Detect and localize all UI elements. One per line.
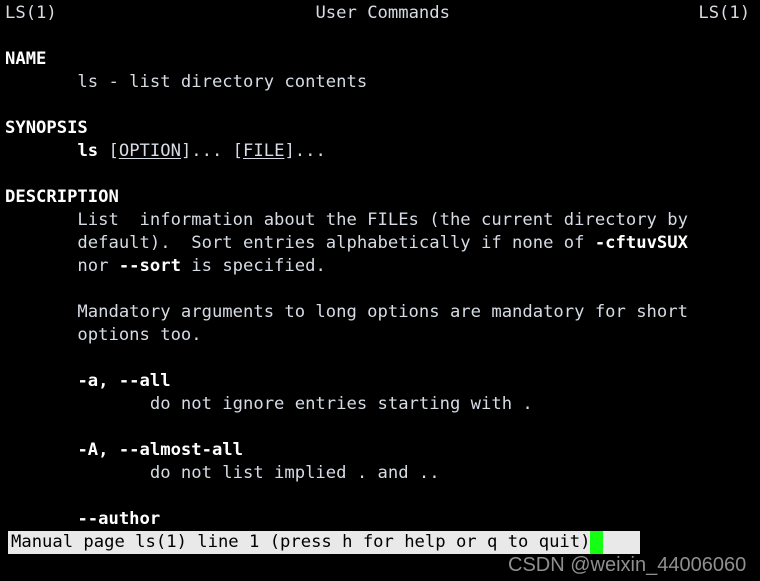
text-run: ls <box>77 141 99 161</box>
csdn-watermark: CSDN @weixin_44006060 <box>508 554 747 576</box>
blank-5 <box>5 347 760 370</box>
mandatory-line-2: options too. <box>5 324 760 347</box>
option-all-desc: do not ignore entries starting with . <box>5 393 760 416</box>
text-run: SYNOPSIS <box>5 118 88 138</box>
mandatory-line-1: Mandatory arguments to long options are … <box>5 301 760 324</box>
text-run <box>5 371 77 391</box>
blank-6 <box>5 416 760 439</box>
terminal-window[interactable]: LS(1) User Commands LS(1) NAME ls - list… <box>0 0 760 581</box>
blank-7 <box>5 485 760 508</box>
text-run: nor <box>5 256 119 276</box>
option-author-flag: --author <box>5 508 760 531</box>
option-almost-all-desc: do not list implied . and .. <box>5 462 760 485</box>
text-run: -cftuvSUX <box>594 233 688 253</box>
description-line-2: default). Sort entries alphabetically if… <box>5 232 760 255</box>
synopsis-body: ls [OPTION]... [FILE]... <box>5 140 760 163</box>
text-run: LS(1) <box>5 3 57 23</box>
blank-4 <box>5 278 760 301</box>
option-all-flag: -a, --all <box>5 370 760 393</box>
text-run: NAME <box>5 49 47 69</box>
text-run: ls - list directory contents <box>5 72 368 92</box>
text-run: ]... <box>284 141 326 161</box>
pager-status-bar[interactable]: Manual page ls(1) line 1 (press h for he… <box>8 531 640 554</box>
option-almost-all-flag: -A, --almost-all <box>5 439 760 462</box>
heading-synopsis: SYNOPSIS <box>5 117 760 140</box>
text-run <box>5 509 77 529</box>
text-run: LS(1) <box>698 3 751 23</box>
heading-description: DESCRIPTION <box>5 186 760 209</box>
text-run: Mandatory arguments to long options are … <box>5 302 688 322</box>
pager-status-text: Manual page ls(1) line 1 (press h for he… <box>11 532 591 552</box>
heading-name: NAME <box>5 48 760 71</box>
name-body: ls - list directory contents <box>5 71 760 94</box>
text-run <box>5 440 77 460</box>
description-line-3: nor --sort is specified. <box>5 255 760 278</box>
text-run: options too. <box>5 325 202 345</box>
text-run: do not ignore entries starting with . <box>5 394 533 414</box>
header-line: LS(1) User Commands LS(1) <box>5 2 760 25</box>
text-run: User Commands <box>315 3 450 23</box>
description-line-1: List information about the FILEs (the cu… <box>5 209 760 232</box>
blank-2 <box>5 94 760 117</box>
text-run: List information about the FILEs (the cu… <box>5 210 688 230</box>
text-run: [ <box>98 141 119 161</box>
text-run <box>57 3 316 23</box>
text-run <box>5 141 77 161</box>
text-run: DESCRIPTION <box>5 187 119 207</box>
text-run: --author <box>77 509 161 529</box>
blank-1 <box>5 25 760 48</box>
text-run: OPTION <box>118 141 181 161</box>
text-run: -a, --all <box>77 371 171 391</box>
man-page-content: LS(1) User Commands LS(1) NAME ls - list… <box>5 2 760 531</box>
text-run <box>450 3 698 23</box>
text-run: -A, --almost-all <box>77 440 244 460</box>
text-run: default). Sort entries alphabetically if… <box>5 233 595 253</box>
text-run: do not list implied . and .. <box>5 463 440 483</box>
text-run: FILE <box>243 141 285 161</box>
text-run: is specified. <box>180 256 326 276</box>
text-run: ]... [ <box>180 141 244 161</box>
terminal-cursor <box>590 531 604 554</box>
text-run: --sort <box>118 256 181 276</box>
blank-3 <box>5 163 760 186</box>
